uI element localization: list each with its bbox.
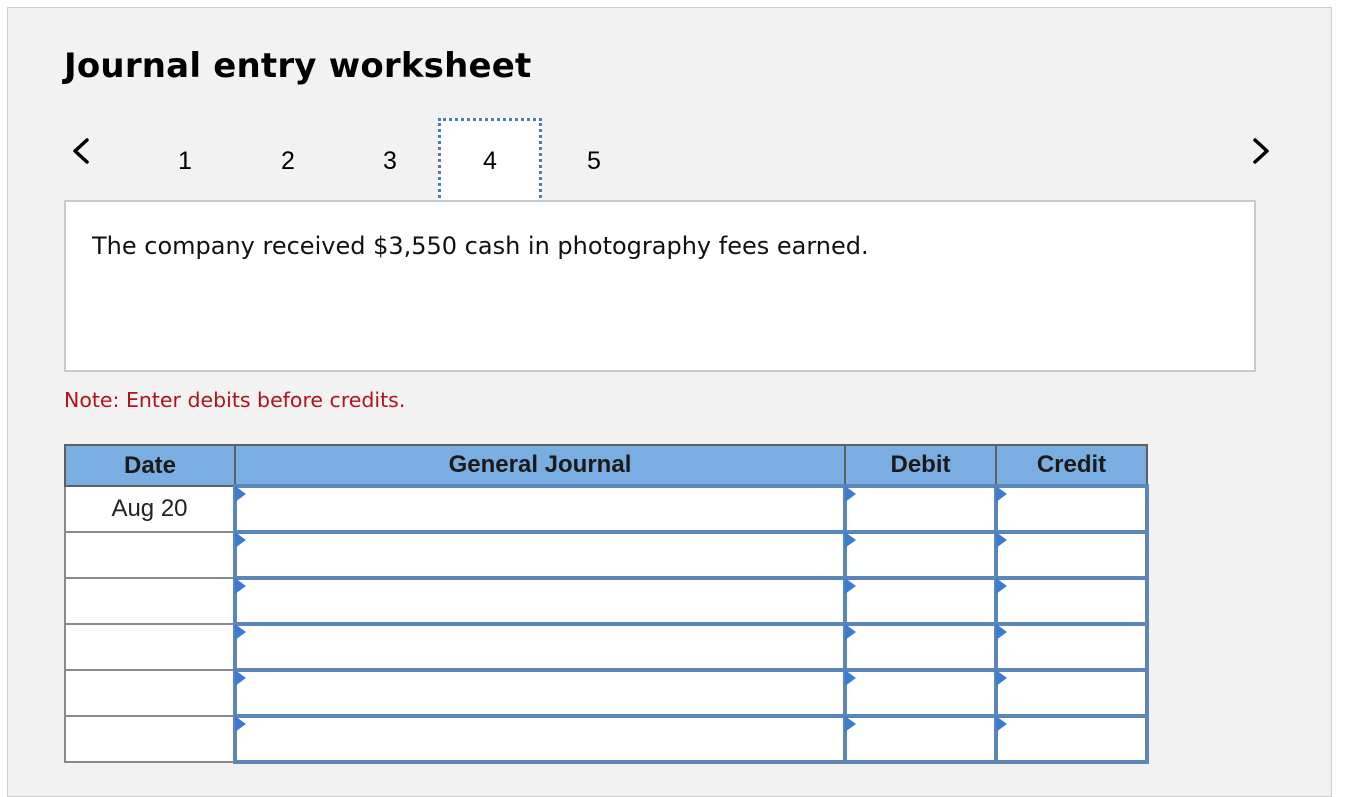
tab-3[interactable]: 3	[338, 118, 442, 204]
header-date: Date	[64, 444, 236, 487]
dropdown-triangle-icon	[845, 624, 856, 640]
prev-entry-button[interactable]	[66, 136, 96, 166]
dropdown-triangle-icon	[845, 670, 856, 686]
dropdown-triangle-icon	[996, 624, 1007, 640]
credit-input[interactable]	[998, 580, 1145, 622]
next-entry-button[interactable]	[1246, 136, 1276, 166]
table-row	[64, 530, 1149, 580]
date-cell	[64, 715, 236, 763]
table-row	[64, 668, 1149, 718]
dropdown-triangle-icon	[996, 578, 1007, 594]
header-general-journal: General Journal	[234, 444, 846, 487]
page-title: Journal entry worksheet	[64, 46, 532, 86]
credit-cell[interactable]	[994, 484, 1149, 534]
dropdown-triangle-icon	[235, 716, 246, 732]
account-input[interactable]	[237, 672, 843, 714]
tab-4[interactable]: 4	[438, 118, 542, 204]
table-row	[64, 622, 1149, 672]
date-cell	[64, 577, 236, 625]
credit-cell[interactable]	[994, 668, 1149, 718]
tab-1[interactable]: 1	[133, 118, 237, 204]
dropdown-triangle-icon	[845, 486, 856, 502]
dropdown-triangle-icon	[996, 486, 1007, 502]
dropdown-triangle-icon	[996, 716, 1007, 732]
credit-input[interactable]	[998, 718, 1145, 760]
credit-cell[interactable]	[994, 576, 1149, 626]
credit-cell[interactable]	[994, 622, 1149, 672]
dropdown-triangle-icon	[235, 670, 246, 686]
debit-input[interactable]	[847, 672, 994, 714]
transaction-description-box: The company received $3,550 cash in phot…	[64, 200, 1256, 372]
journal-cell[interactable]	[233, 668, 847, 718]
account-input[interactable]	[237, 626, 843, 668]
debit-cell[interactable]	[843, 714, 998, 764]
debit-cell[interactable]	[843, 622, 998, 672]
transaction-description: The company received $3,550 cash in phot…	[92, 232, 869, 260]
dropdown-triangle-icon	[845, 532, 856, 548]
dropdown-triangle-icon	[235, 578, 246, 594]
table-row	[64, 714, 1149, 764]
dropdown-triangle-icon	[235, 486, 246, 502]
debit-input[interactable]	[847, 488, 994, 530]
date-cell	[64, 669, 236, 717]
debit-input[interactable]	[847, 534, 994, 576]
dropdown-triangle-icon	[845, 578, 856, 594]
dropdown-triangle-icon	[845, 716, 856, 732]
account-input[interactable]	[237, 534, 843, 576]
dropdown-triangle-icon	[996, 670, 1007, 686]
table-row: Aug 20	[64, 484, 1149, 534]
chevron-right-icon	[1253, 138, 1269, 164]
header-credit: Credit	[995, 444, 1148, 487]
date-cell	[64, 623, 236, 671]
journal-cell[interactable]	[233, 530, 847, 580]
credit-input[interactable]	[998, 488, 1145, 530]
journal-cell[interactable]	[233, 622, 847, 672]
debit-input[interactable]	[847, 580, 994, 622]
dropdown-triangle-icon	[996, 532, 1007, 548]
dropdown-triangle-icon	[235, 532, 246, 548]
date-cell	[64, 531, 236, 579]
journal-cell[interactable]	[233, 576, 847, 626]
header-debit: Debit	[844, 444, 997, 487]
credit-cell[interactable]	[994, 714, 1149, 764]
debit-cell[interactable]	[843, 668, 998, 718]
journal-cell[interactable]	[233, 714, 847, 764]
chevron-left-icon	[73, 138, 89, 164]
debit-cell[interactable]	[843, 576, 998, 626]
general-journal-table: Date General Journal Debit Credit Aug 20	[64, 444, 1149, 764]
table-row	[64, 576, 1149, 626]
credit-input[interactable]	[998, 672, 1145, 714]
debit-input[interactable]	[847, 626, 994, 668]
date-cell: Aug 20	[64, 485, 236, 533]
debit-input[interactable]	[847, 718, 994, 760]
credit-input[interactable]	[998, 626, 1145, 668]
credit-cell[interactable]	[994, 530, 1149, 580]
journal-cell[interactable]	[233, 484, 847, 534]
account-input[interactable]	[237, 488, 843, 530]
entry-note: Note: Enter debits before credits.	[64, 388, 406, 412]
dropdown-triangle-icon	[235, 624, 246, 640]
tab-2[interactable]: 2	[236, 118, 340, 204]
debit-cell[interactable]	[843, 484, 998, 534]
account-input[interactable]	[237, 580, 843, 622]
tab-5[interactable]: 5	[542, 118, 646, 204]
table-header-row: Date General Journal Debit Credit	[64, 444, 1148, 487]
account-input[interactable]	[237, 718, 843, 760]
debit-cell[interactable]	[843, 530, 998, 580]
credit-input[interactable]	[998, 534, 1145, 576]
